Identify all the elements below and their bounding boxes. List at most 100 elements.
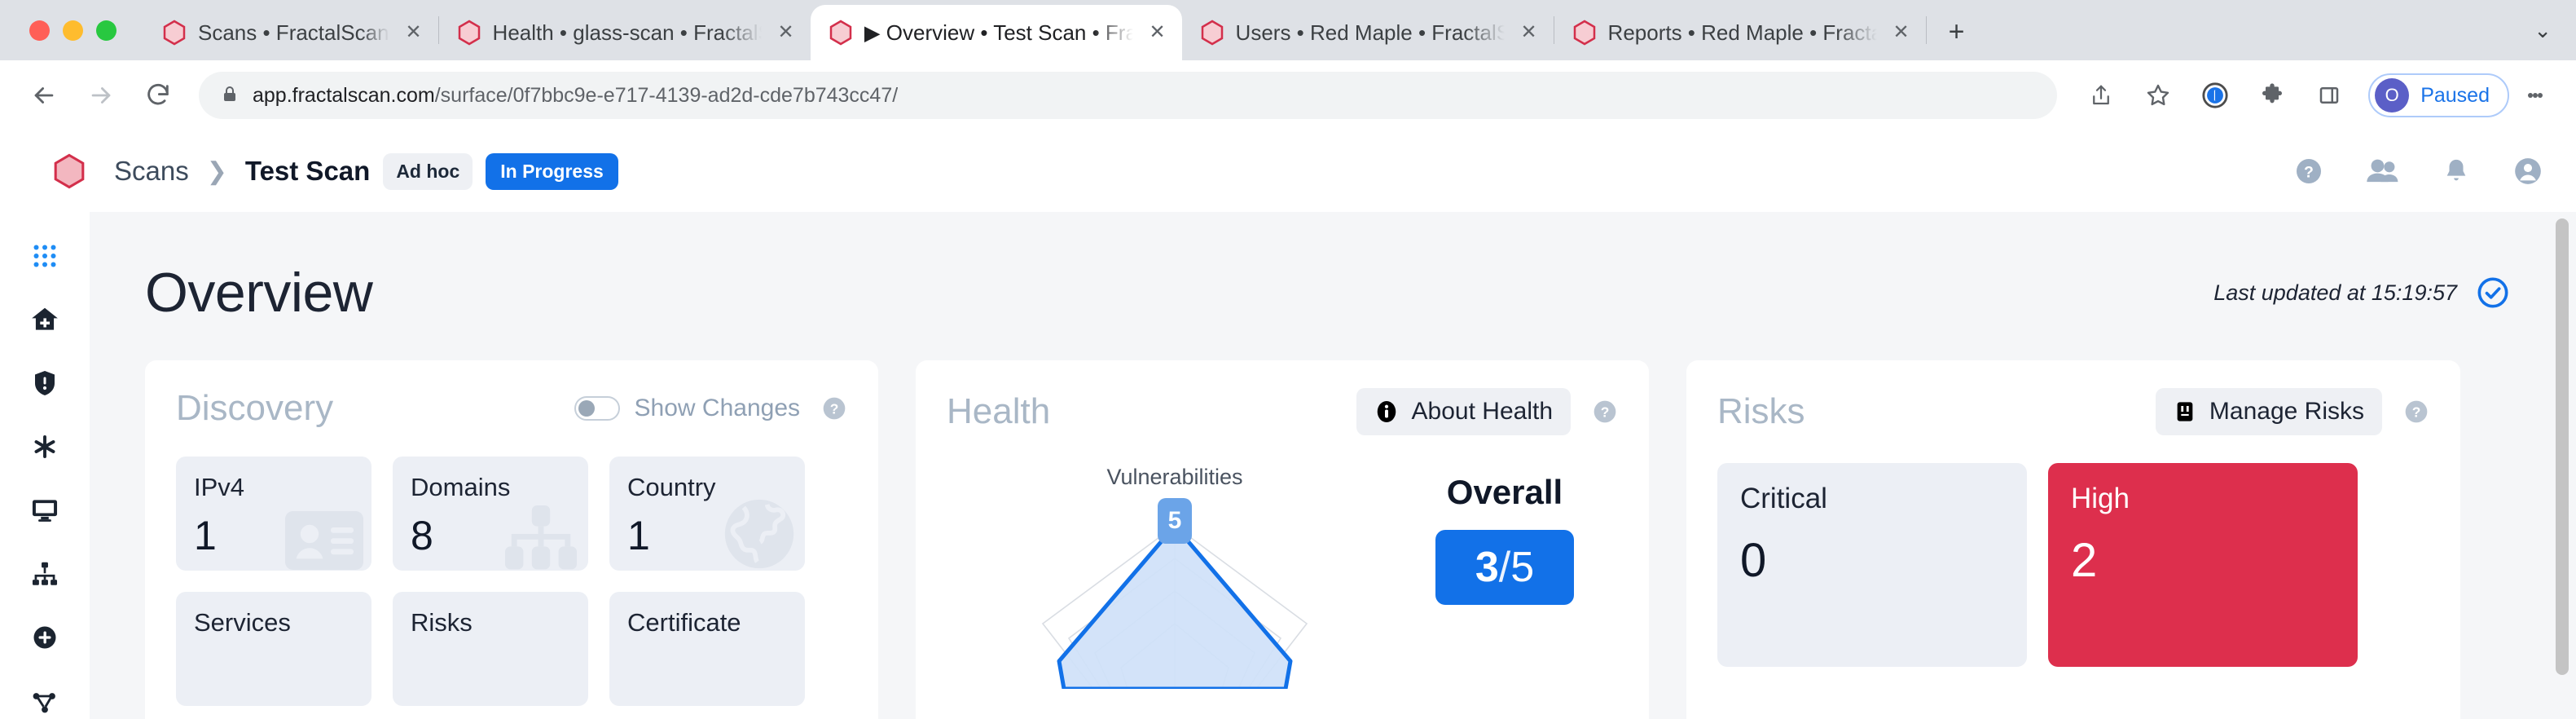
browser-tab-1[interactable]: Scans • FractalScan ✕ <box>144 5 438 60</box>
overall-score-text: 3/5 <box>1475 543 1534 592</box>
risk-value: 2 <box>2071 534 2098 587</box>
svg-text:?: ? <box>2412 404 2421 421</box>
fractalscan-favicon <box>829 20 853 46</box>
sidebar-item-asterisk[interactable] <box>22 430 68 463</box>
tab-close-icon[interactable]: ✕ <box>1145 20 1171 46</box>
tab-close-icon[interactable]: ✕ <box>1516 20 1542 46</box>
overall-separator: / <box>1498 544 1511 591</box>
profile-paused-pill[interactable]: O Paused <box>2368 73 2509 117</box>
health-radar-chart: Vulnerabilities 5 <box>947 443 1403 689</box>
discovery-help-icon[interactable]: ? <box>821 395 847 421</box>
minimize-window-button[interactable] <box>63 20 83 41</box>
app-logo[interactable] <box>24 152 114 190</box>
notifications-bell-icon[interactable] <box>2442 157 2470 186</box>
overall-label: Overall <box>1446 473 1563 511</box>
forward-button[interactable] <box>75 69 127 121</box>
address-bar-text: app.fractalscan.com/surface/0f7bbc9e-e71… <box>253 84 898 108</box>
bookmark-star-icon[interactable] <box>2134 71 2183 120</box>
scrollbar-thumb[interactable] <box>2556 218 2569 675</box>
svg-text:?: ? <box>2304 164 2314 182</box>
content-inner: Overview Last updated at 15:19:57 Discov… <box>90 232 2576 719</box>
radar-value-badge: 5 <box>1158 498 1192 544</box>
help-icon[interactable]: ? <box>2294 157 2323 186</box>
discovery-card-header: Discovery Show Changes ? <box>176 388 847 429</box>
close-window-button[interactable] <box>29 20 50 41</box>
chevron-right-icon: ❯ <box>206 157 227 185</box>
sidebar-item-apps-grid[interactable] <box>22 240 68 272</box>
manage-risks-label: Manage Risks <box>2209 398 2364 425</box>
overall-score-pill: 3/5 <box>1435 530 1574 605</box>
side-panel-icon[interactable] <box>2305 71 2354 120</box>
lock-icon <box>220 84 240 108</box>
tab-close-icon[interactable]: ✕ <box>1888 20 1914 46</box>
scan-type-badge: Ad hoc <box>383 152 473 190</box>
breadcrumb: Scans ❯ Test Scan <box>114 156 370 187</box>
last-updated-text: Last updated at 15:19:57 <box>2213 280 2457 305</box>
toolbar-icons: O Paused <box>2077 71 2553 120</box>
discovery-card: Discovery Show Changes ? IPv4 1 Domains … <box>145 360 878 719</box>
sidebar-item-add[interactable] <box>22 621 68 654</box>
status-check-icon[interactable] <box>2477 276 2509 309</box>
tile-label: Certificate <box>627 608 741 637</box>
health-title: Health <box>947 391 1051 431</box>
onepassword-extension-icon[interactable] <box>2191 71 2240 120</box>
overview-cards: Discovery Show Changes ? IPv4 1 Domains … <box>134 360 2532 719</box>
health-help-icon[interactable]: ? <box>1592 399 1618 425</box>
window-controls <box>29 0 144 60</box>
extensions-puzzle-icon[interactable] <box>2248 71 2297 120</box>
risk-tiles: Critical 0 High 2 <box>1717 463 2429 667</box>
breadcrumb-scans-link[interactable]: Scans <box>114 156 189 187</box>
sidebar-item-home-health[interactable] <box>22 303 68 336</box>
reload-button[interactable] <box>132 69 184 121</box>
sidebar-item-shield-alert[interactable] <box>22 367 68 399</box>
browser-menu-button[interactable] <box>2517 71 2553 120</box>
main-content: Overview Last updated at 15:19:57 Discov… <box>90 212 2576 719</box>
risks-help-icon[interactable]: ? <box>2403 399 2429 425</box>
discovery-tile-country[interactable]: Country 1 <box>609 457 805 571</box>
about-health-button[interactable]: About Health <box>1356 388 1571 435</box>
profile-avatar: O <box>2375 78 2410 112</box>
chevron-down-icon[interactable]: ⌄ <box>2534 18 2552 43</box>
clipboard-icon <box>2174 400 2196 423</box>
discovery-tile-risks[interactable]: Risks <box>393 592 588 706</box>
browser-tab-2[interactable]: Health • glass-scan • FractalScan ✕ <box>439 5 811 60</box>
address-bar[interactable]: app.fractalscan.com/surface/0f7bbc9e-e71… <box>199 72 2058 119</box>
tab-close-icon[interactable]: ✕ <box>401 20 427 46</box>
browser-tab-3-active[interactable]: ▶ Overview • Test Scan • Fract ✕ <box>810 5 1182 60</box>
back-button[interactable] <box>18 69 70 121</box>
discovery-tile-ipv4[interactable]: IPv4 1 <box>176 457 371 571</box>
app-body: Overview Last updated at 15:19:57 Discov… <box>0 212 2576 719</box>
health-card: Health About Health ? Vulnerabilities 5 … <box>916 360 1649 719</box>
vertical-scrollbar[interactable] <box>2553 218 2571 719</box>
browser-tab-4[interactable]: Users • Red Maple • FractalSca ✕ <box>1182 5 1554 60</box>
paused-label: Paused <box>2420 83 2490 107</box>
risk-tile-high[interactable]: High 2 <box>2048 463 2358 667</box>
team-users-icon[interactable] <box>2366 157 2400 186</box>
url-path: /surface/0f7bbc9e-e717-4139-ad2d-cde7b74… <box>434 83 899 107</box>
sidebar-item-monitor[interactable] <box>22 494 68 527</box>
tile-value: 1 <box>194 513 217 558</box>
tab-list: Scans • FractalScan ✕ Health • glass-sca… <box>144 0 1976 60</box>
health-header-actions: About Health ? <box>1356 388 1618 435</box>
scan-status-badge: In Progress <box>486 152 618 190</box>
show-changes-toggle-group[interactable]: Show Changes <box>574 395 800 422</box>
tile-label: Services <box>194 608 291 637</box>
show-changes-toggle[interactable] <box>574 396 620 421</box>
maximize-window-button[interactable] <box>96 20 116 41</box>
url-host: app.fractalscan.com <box>253 83 435 107</box>
risk-tile-critical[interactable]: Critical 0 <box>1717 463 2027 667</box>
app-header: Scans ❯ Test Scan Ad hoc In Progress ? <box>0 130 2576 212</box>
discovery-tile-domains[interactable]: Domains 8 <box>393 457 588 571</box>
sidebar-item-share-nodes[interactable] <box>22 685 68 717</box>
share-icon[interactable] <box>2077 71 2125 120</box>
discovery-tile-services[interactable]: Services <box>176 592 371 706</box>
discovery-tile-certificate[interactable]: Certificate <box>609 592 805 706</box>
manage-risks-button[interactable]: Manage Risks <box>2155 388 2382 435</box>
account-avatar-icon[interactable] <box>2512 156 2543 187</box>
new-tab-button[interactable]: + <box>1938 13 1976 51</box>
browser-tab-5[interactable]: Reports • Red Maple • FractalS ✕ <box>1554 5 1926 60</box>
tab-strip-right: ⌄ <box>2534 0 2576 60</box>
tab-close-icon[interactable]: ✕ <box>773 20 799 46</box>
sidebar-item-sitemap[interactable] <box>22 558 68 590</box>
tile-value: 8 <box>411 513 433 558</box>
